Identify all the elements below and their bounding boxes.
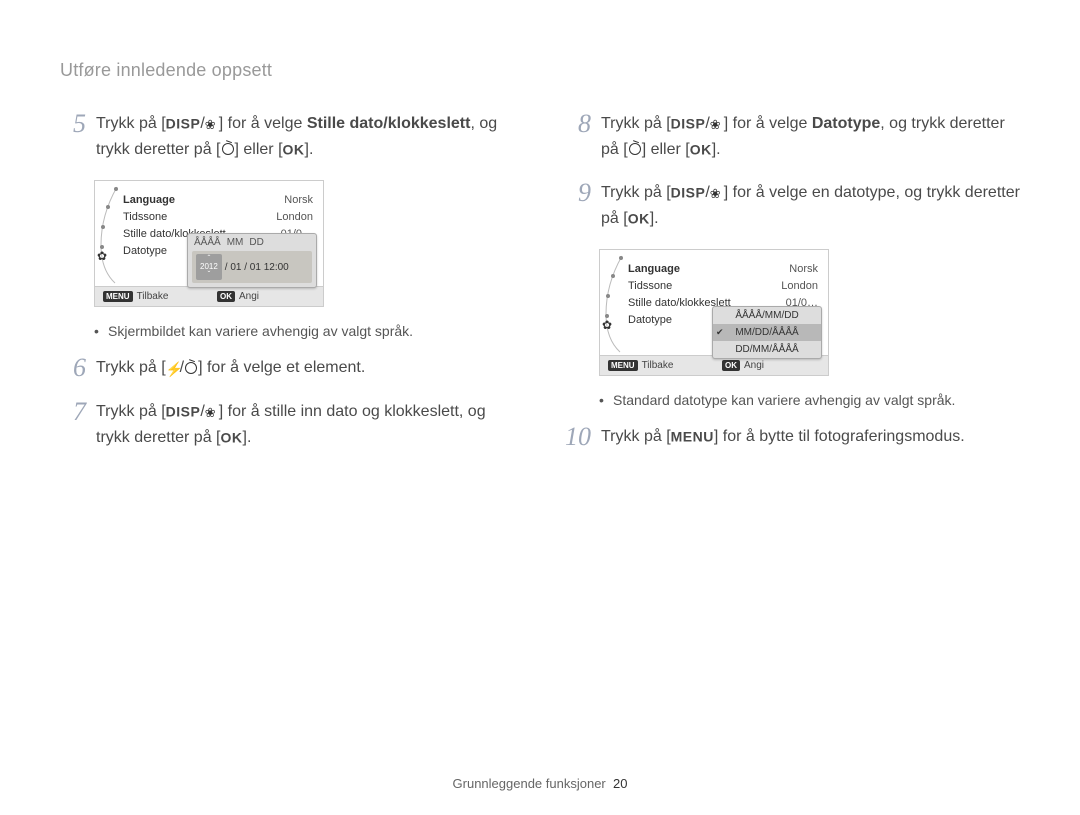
date-format-option-selected: MM/DD/ÅÅÅÅ (713, 324, 821, 341)
note-text: Standard datotype kan variere avhengig a… (613, 392, 1020, 408)
step-6: 6 Trykk på [/] for å velge et element. (60, 355, 515, 381)
macro-icon (710, 117, 724, 131)
ok-badge: OK (217, 291, 235, 302)
step-body: Trykk på [DISP/] for å velge en datotype… (601, 180, 1020, 231)
ok-label: OK (628, 210, 650, 226)
note-text: Skjermbildet kan variere avhengig av val… (108, 323, 515, 339)
step-number: 6 (60, 355, 86, 381)
camera-screen-2: ✿ LanguageNorsk TidssoneLondon Stille da… (599, 249, 829, 376)
macro-icon (205, 117, 219, 131)
step-10: 10 Trykk på [MENU] for å bytte til fotog… (565, 424, 1020, 450)
date-overlay: ÅÅÅÅ MM DD ˆ2012ˇ / 01 / 01 12:00 (187, 233, 317, 288)
disp-label: DISP (671, 185, 706, 201)
step-number: 7 (60, 399, 86, 450)
disp-label: DISP (671, 116, 706, 132)
macro-icon (710, 186, 724, 200)
step-7: 7 Trykk på [DISP/] for å stille inn dato… (60, 399, 515, 450)
datotype-overlay: ÅÅÅÅ/MM/DD MM/DD/ÅÅÅÅ DD/MM/ÅÅÅÅ (712, 306, 822, 359)
menu-curve-icon (97, 185, 123, 285)
menu-badge: MENU (608, 360, 638, 371)
step-body: Trykk på [/] for å velge et element. (96, 355, 515, 381)
step-5: 5 Trykk på [DISP/] for å velge Stille da… (60, 111, 515, 162)
menu-label: MENU (671, 429, 714, 445)
ok-label: OK (283, 141, 305, 157)
timer-icon (628, 142, 642, 156)
left-column: 5 Trykk på [DISP/] for å velge Stille da… (60, 111, 515, 468)
date-format-option: DD/MM/ÅÅÅÅ (713, 341, 821, 358)
ok-badge: OK (722, 360, 740, 371)
date-format-option: ÅÅÅÅ/MM/DD (713, 307, 821, 324)
right-column: 8 Trykk på [DISP/] for å velge Datotype,… (565, 111, 1020, 468)
camera-screen-1: ✿ LanguageNorsk TidssoneLondon Stille da… (94, 180, 324, 307)
menu-badge: MENU (103, 291, 133, 302)
disp-label: DISP (166, 404, 201, 420)
disp-label: DISP (166, 116, 201, 132)
step-body: Trykk på [MENU] for å bytte til fotograf… (601, 424, 1020, 450)
timer-icon (221, 142, 235, 156)
flash-icon (166, 361, 180, 375)
screen-footer: MENUTilbake OKAngi (95, 286, 323, 306)
menu-row: LanguageNorsk (123, 191, 313, 208)
step-8: 8 Trykk på [DISP/] for å velge Datotype,… (565, 111, 1020, 162)
menu-row: LanguageNorsk (628, 260, 818, 277)
macro-icon (205, 405, 219, 419)
menu-row: TidssoneLondon (628, 277, 818, 294)
step-number: 10 (565, 424, 591, 450)
menu-curve-icon (602, 254, 628, 354)
timer-icon (184, 361, 198, 375)
page-title: Utføre innledende oppsett (60, 60, 1020, 81)
year-spinner: ˆ2012ˇ (196, 254, 222, 280)
step-number: 5 (60, 111, 86, 162)
bold-text: Datotype (812, 115, 880, 132)
step-number: 9 (565, 180, 591, 231)
step-body: Trykk på [DISP/] for å stille inn dato o… (96, 399, 515, 450)
ok-label: OK (690, 141, 712, 157)
gear-icon: ✿ (97, 249, 107, 263)
step-number: 8 (565, 111, 591, 162)
gear-icon: ✿ (602, 318, 612, 332)
menu-row: TidssoneLondon (123, 208, 313, 225)
step-body: Trykk på [DISP/] for å velge Stille dato… (96, 111, 515, 162)
page-footer: Grunnleggende funksjoner 20 (0, 776, 1080, 791)
step-9: 9 Trykk på [DISP/] for å velge en datoty… (565, 180, 1020, 231)
bold-text: Stille dato/klokkeslett (307, 115, 471, 132)
ok-label: OK (221, 429, 243, 445)
step-body: Trykk på [DISP/] for å velge Datotype, o… (601, 111, 1020, 162)
